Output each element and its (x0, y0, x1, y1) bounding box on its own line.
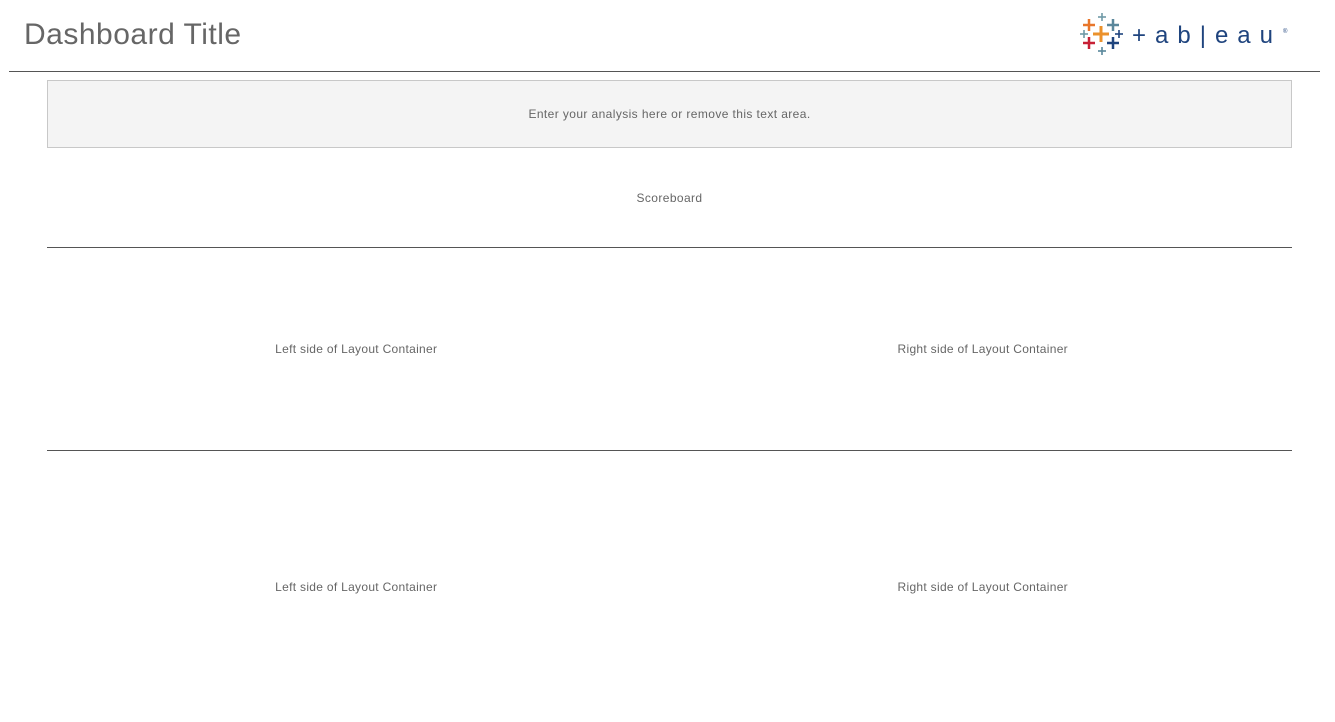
scoreboard-label: Scoreboard (636, 190, 703, 205)
analysis-text-area[interactable]: Enter your analysis here or remove this … (47, 80, 1292, 148)
header-divider (9, 71, 1320, 72)
tableau-wordmark: +ab|eau (1132, 22, 1282, 49)
layout-container-row-1: Left side of Layout Container Right side… (47, 248, 1292, 450)
analysis-text: Enter your analysis here or remove this … (528, 107, 811, 121)
layout-container-left: Left side of Layout Container (47, 451, 670, 722)
tableau-crosses-icon (1080, 13, 1123, 55)
layout-container-right-label: Right side of Layout Container (897, 579, 1068, 594)
layout-container-right-label: Right side of Layout Container (897, 342, 1068, 356)
layout-container-right: Right side of Layout Container (670, 451, 1293, 722)
svg-text:®: ® (1283, 28, 1288, 35)
layout-container-left-label: Left side of Layout Container (275, 342, 438, 356)
layout-container-left-label: Left side of Layout Container (275, 579, 438, 594)
scoreboard-area: Scoreboard (47, 148, 1292, 247)
layout-container-row-2: Left side of Layout Container Right side… (47, 451, 1292, 722)
layout-container-right: Right side of Layout Container (670, 248, 1293, 450)
tableau-logo: +ab|eau ® (1080, 13, 1288, 55)
layout-container-left: Left side of Layout Container (47, 248, 670, 450)
dashboard-title: Dashboard Title (24, 18, 242, 51)
dashboard-header: Dashboard Title +ab|eau ® (0, 0, 1335, 72)
